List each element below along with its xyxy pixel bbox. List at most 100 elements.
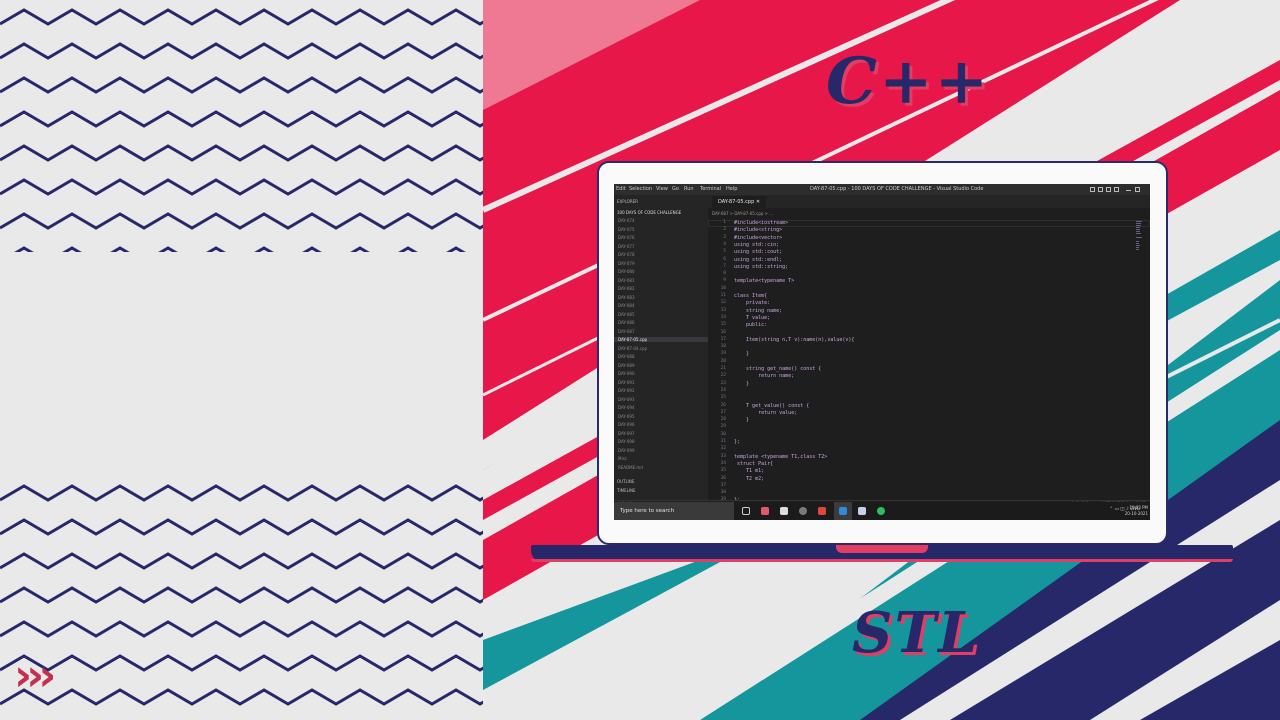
outline-section[interactable]: OUTLINE	[617, 479, 634, 484]
line-number: 5	[723, 249, 726, 255]
tab-bar: DAY-87-05.cpp ✕	[708, 195, 1150, 208]
sidebar-file-item[interactable]: DAY-076	[618, 235, 634, 240]
line-number: 2	[723, 227, 726, 233]
window-title: DAY-87-05.cpp - 100 DAYS OF CODE CHALLEN…	[810, 186, 984, 192]
menu-go[interactable]: Go	[672, 186, 679, 192]
sidebar-file-item[interactable]: DAY-079	[618, 261, 634, 266]
sidebar-file-item[interactable]: DAY-074	[618, 218, 634, 223]
laptop-notch	[836, 545, 928, 553]
line-number: 22	[720, 373, 726, 379]
sidebar-file-item[interactable]: DAY-095	[618, 414, 634, 419]
line-number: 11	[720, 293, 726, 298]
sidebar-file-item[interactable]: DAY-077	[618, 244, 634, 249]
taskbar-search[interactable]: Type here to search	[614, 502, 734, 520]
sidebar-file-item[interactable]: README.md	[618, 465, 643, 470]
maximize-icon[interactable]	[1135, 187, 1140, 192]
sidebar-file-item[interactable]: DAY-087	[618, 329, 634, 334]
menu-view[interactable]: View	[656, 186, 668, 192]
sidebar-file-item[interactable]: DAY-089	[618, 363, 634, 368]
layout-icon[interactable]	[1106, 187, 1111, 192]
layout-icon[interactable]	[1090, 187, 1095, 192]
line-number: 1	[723, 220, 726, 225]
explorer-sidebar: EXPLORER 100 DAYS OF CODE CHALLENGE DAY-…	[614, 195, 708, 500]
sidebar-file-item[interactable]: DAY-078	[618, 252, 634, 257]
code-line: string get_name() const {	[734, 366, 822, 372]
menu-run[interactable]: Run	[684, 186, 694, 192]
line-number: 29	[720, 424, 726, 430]
minimize-icon[interactable]	[1126, 187, 1131, 191]
app-icon[interactable]	[818, 507, 826, 515]
timeline-section[interactable]: TIMELINE	[617, 488, 636, 493]
sidebar-file-item[interactable]: DAY-082	[618, 286, 634, 291]
menu-terminal[interactable]: Terminal	[700, 186, 721, 192]
sidebar-file-item[interactable]: DAY-093	[618, 397, 634, 402]
code-line: using std::cin;	[734, 241, 780, 248]
taskbar-clock[interactable]: 10:03 PM 20-10-2021	[1125, 505, 1148, 517]
code-line: T get_value() const {	[734, 402, 810, 409]
line-number: 24	[720, 387, 726, 393]
line-number: 25	[720, 395, 726, 401]
sidebar-file-item[interactable]: DAY-075	[618, 227, 634, 232]
minimap[interactable]	[1136, 221, 1144, 271]
menu-selection[interactable]: Selection	[629, 186, 652, 192]
menu-help[interactable]: Help	[726, 186, 737, 192]
sidebar-file-item[interactable]: DAY-084	[618, 303, 634, 308]
sidebar-file-item[interactable]: DAY-092	[618, 388, 634, 393]
sidebar-file-item[interactable]: DAY-083	[618, 295, 634, 300]
clock-date: 20-10-2021	[1124, 511, 1148, 516]
line-number: 28	[720, 417, 726, 423]
breadcrumb[interactable]: DAY-087 > DAY-87-05.cpp > ...	[712, 211, 773, 216]
app-icon[interactable]	[761, 507, 769, 515]
sidebar-file-item[interactable]: Misc	[618, 456, 627, 461]
sidebar-file-item[interactable]: DAY-87-05.cpp	[614, 337, 708, 342]
sidebar-file-item[interactable]: DAY-086	[618, 320, 634, 325]
line-number: 38	[720, 490, 726, 496]
layout-icon[interactable]	[1114, 187, 1119, 192]
layout-icon[interactable]	[1098, 187, 1103, 192]
code-line: class Item{	[734, 293, 768, 299]
sidebar-file-item[interactable]: DAY-080	[618, 269, 634, 274]
triple-arrow-icon: ›››	[14, 650, 56, 701]
store-icon[interactable]	[780, 507, 788, 515]
line-number: 21	[720, 366, 726, 371]
line-number: 36	[720, 475, 726, 481]
editor-tab[interactable]: DAY-87-05.cpp ✕	[712, 196, 767, 208]
code-line: }	[734, 380, 750, 387]
code-line: using std::endl;	[734, 256, 783, 263]
code-line: T1 m1;	[734, 468, 765, 475]
vscode-icon[interactable]	[839, 507, 847, 515]
line-number: 7	[723, 263, 726, 269]
task-view-icon[interactable]	[742, 507, 750, 515]
sidebar-file-item[interactable]: DAY-085	[618, 312, 634, 317]
sidebar-file-item[interactable]: DAY-099	[618, 448, 634, 453]
code-line: Item(string n,T v):name(n),value(v){	[734, 336, 855, 343]
line-number: 19	[720, 351, 726, 357]
menu-edit[interactable]: Edit	[616, 186, 626, 192]
code-line: public:	[734, 322, 768, 329]
code-line: }	[734, 417, 750, 424]
code-line: }	[734, 351, 750, 358]
sidebar-file-item[interactable]: DAY-098	[618, 439, 634, 444]
sidebar-file-item[interactable]: DAY-088	[618, 354, 634, 359]
folder-name[interactable]: 100 DAYS OF CODE CHALLENGE	[617, 210, 681, 215]
sidebar-file-item[interactable]: DAY-096	[618, 422, 634, 427]
sidebar-file-item[interactable]: DAY-090	[618, 371, 634, 376]
line-number: 13	[720, 307, 726, 313]
sidebar-file-item[interactable]: DAY-097	[618, 431, 634, 436]
whatsapp-icon[interactable]	[877, 507, 885, 515]
app-icon[interactable]	[858, 507, 866, 515]
sidebar-file-item[interactable]: DAY-094	[618, 405, 634, 410]
browser-icon[interactable]	[799, 507, 807, 515]
line-number: 33	[720, 453, 726, 459]
sidebar-file-item[interactable]: DAY-091	[618, 380, 634, 385]
line-number: 4	[723, 241, 726, 247]
laptop-base-shadow	[531, 559, 1233, 562]
stl-title: STL	[852, 600, 980, 666]
title-bar: Edit Selection View Go Run Terminal Help…	[614, 184, 1150, 195]
sidebar-file-item[interactable]: DAY-87-04.cpp	[618, 346, 647, 351]
sidebar-file-item[interactable]: DAY-081	[618, 278, 634, 283]
code-line: private:	[734, 300, 771, 307]
code-editor[interactable]: 1 #include<iostream> 2 #include<string> 3 #in…	[708, 217, 1150, 503]
code-line: return name;	[734, 373, 795, 380]
code-line: T2 m2;	[734, 475, 765, 482]
